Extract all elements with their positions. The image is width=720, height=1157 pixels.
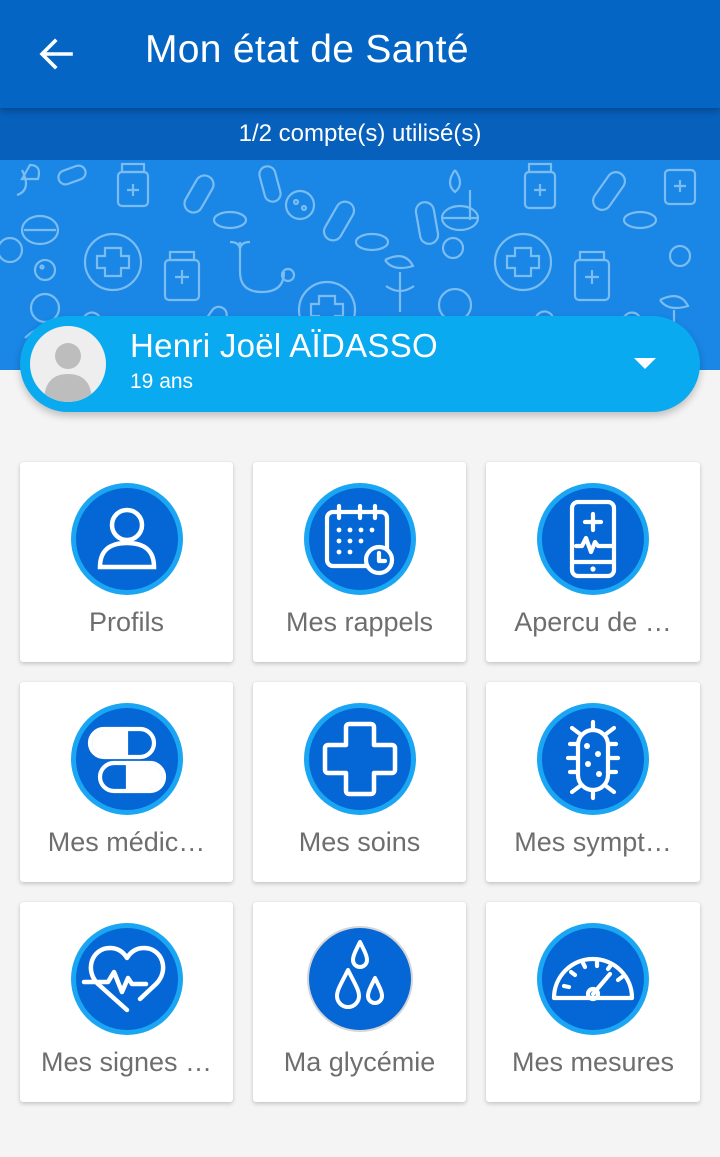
heart-pulse-icon [70,923,183,1035]
avatar [30,326,106,402]
menu-card-apercu[interactable]: Apercu de … [486,462,700,662]
menu-label: Profils [88,607,164,637]
pills-icon [70,703,183,815]
profile-age: 19 ans [130,370,194,393]
menu-card-profils[interactable]: Profils [20,462,233,662]
accounts-usage-text: 1/2 compte(s) utilisé(s) [0,108,720,160]
back-button[interactable] [30,30,82,78]
chevron-down-icon[interactable] [634,358,656,369]
menu-card-symptomes[interactable]: Mes sympt… [486,682,700,882]
menu-label: Mes soins [298,827,421,857]
arrow-left-icon [39,38,73,70]
profile-name: Henri Joël AÏDASSO [130,327,439,364]
calendar-clock-icon [303,483,416,595]
menu-card-mesures[interactable]: Mes mesures [486,902,700,1102]
feature-grid: Profils Mes rappels Apercu de … Mes médi… [20,462,700,1102]
user-icon [70,483,183,595]
cross-icon [303,703,416,815]
menu-card-medicaments[interactable]: Mes médic… [20,682,233,882]
phone-health-icon [537,483,649,595]
menu-label: Mes sympt… [514,827,672,857]
page-title: Mon état de Santé [145,28,469,71]
gauge-icon [537,923,649,1035]
menu-label: Mes mesures [511,1047,675,1077]
profile-selector[interactable]: Henri Joël AÏDASSO 19 ans [20,316,700,412]
bacteria-icon [537,703,649,815]
menu-label: Mes médic… [47,827,206,857]
menu-label: Mes signes … [40,1047,213,1077]
menu-label: Apercu de … [514,607,672,637]
app-bar: Mon état de Santé [0,0,720,108]
menu-card-signes[interactable]: Mes signes … [20,902,233,1102]
menu-label: Mes rappels [285,607,434,637]
menu-card-glycemie[interactable]: Ma glycémie [253,902,466,1102]
menu-card-soins[interactable]: Mes soins [253,682,466,882]
menu-card-rappels[interactable]: Mes rappels [253,462,466,662]
menu-label: Ma glycémie [283,1047,436,1077]
drops-icon [306,926,413,1032]
user-placeholder-icon [44,343,92,402]
